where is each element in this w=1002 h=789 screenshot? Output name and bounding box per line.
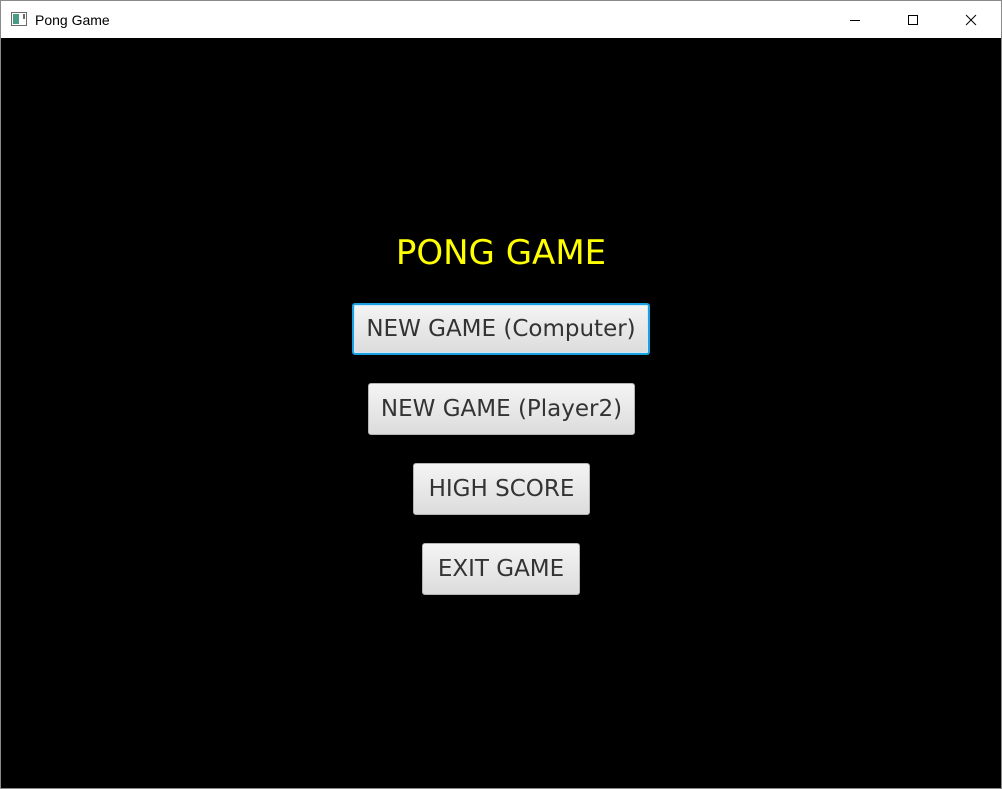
title-bar[interactable]: Pong Game: [1, 1, 1001, 38]
exit-game-button[interactable]: EXIT GAME: [422, 543, 580, 595]
close-button[interactable]: [942, 1, 1000, 38]
minimize-icon: [850, 19, 860, 21]
high-score-button[interactable]: HIGH SCORE: [413, 463, 590, 515]
close-icon: [965, 14, 977, 25]
game-menu-area: PONG GAME NEW GAME (Computer) NEW GAME (…: [1, 38, 1001, 788]
new-game-computer-button[interactable]: NEW GAME (Computer): [352, 303, 650, 355]
app-icon: [11, 12, 27, 26]
new-game-player2-button[interactable]: NEW GAME (Player2): [368, 383, 635, 435]
minimize-button[interactable]: [826, 1, 884, 38]
app-window: Pong Game PONG GAME NEW GAME (Computer) …: [0, 0, 1002, 789]
game-title: PONG GAME: [395, 233, 607, 273]
window-title: Pong Game: [35, 12, 110, 28]
maximize-button[interactable]: [884, 1, 942, 38]
maximize-icon: [908, 14, 918, 25]
